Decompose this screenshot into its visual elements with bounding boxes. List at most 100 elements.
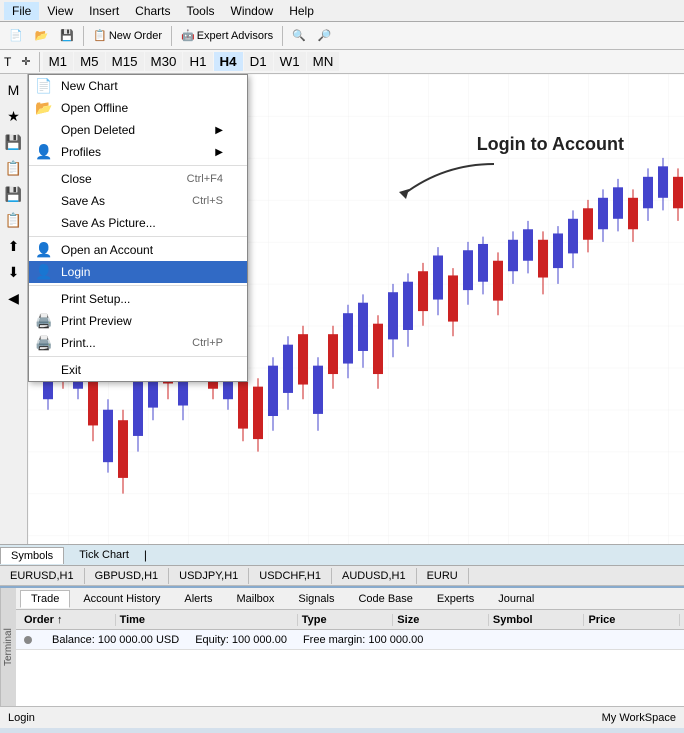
expert-label: Expert Advisors xyxy=(197,30,273,42)
menu-charts[interactable]: Charts xyxy=(127,2,178,20)
menu-open-account[interactable]: 👤 Open an Account xyxy=(29,239,247,261)
tf-d1[interactable]: D1 xyxy=(244,52,273,71)
menu-print-preview[interactable]: 🖨️ Print Preview xyxy=(29,310,247,332)
menu-bar: File View Insert Charts Tools Window Hel… xyxy=(0,0,684,22)
tab-mailbox[interactable]: Mailbox xyxy=(225,590,285,608)
tf-h1[interactable]: H1 xyxy=(183,52,212,71)
sidebar-btn8[interactable]: ⬇ xyxy=(2,260,26,284)
sidebar-btn6[interactable]: 📋 xyxy=(2,208,26,232)
open-icon: 📂 xyxy=(35,29,49,42)
symbols-tab[interactable]: Symbols xyxy=(0,547,64,564)
save-icon: 💾 xyxy=(60,29,74,42)
print-label: Print... xyxy=(61,336,96,350)
sidebar-btn3[interactable]: 💾 xyxy=(2,130,26,154)
save-as-shortcut: Ctrl+S xyxy=(192,195,223,207)
toolbar-new-chart[interactable]: 📄 xyxy=(4,26,28,45)
toolbar-save[interactable]: 💾 xyxy=(55,26,79,45)
col-type: Type xyxy=(298,614,394,626)
toolbar-zoom-out[interactable]: 🔎 xyxy=(313,26,337,45)
toolbar-open[interactable]: 📂 xyxy=(30,26,54,45)
zoom-in-icon: 🔍 xyxy=(292,29,306,42)
menu-help[interactable]: Help xyxy=(281,2,322,20)
tf-h4[interactable]: H4 xyxy=(214,52,243,71)
tf-w1[interactable]: W1 xyxy=(274,52,306,71)
close-shortcut: Ctrl+F4 xyxy=(187,173,223,185)
toolbar-new-order[interactable]: 📋 New Order xyxy=(88,26,167,45)
symbol-euru[interactable]: EURU xyxy=(417,568,469,584)
tab-trade[interactable]: Trade xyxy=(20,590,70,608)
menu-new-chart[interactable]: 📄 New Chart xyxy=(29,75,247,97)
tf-mn[interactable]: MN xyxy=(307,52,340,71)
balance-label: Balance: 100 000.00 USD xyxy=(52,634,179,646)
menu-open-offline[interactable]: 📂 Open Offline xyxy=(29,97,247,119)
menu-save-as-picture[interactable]: Save As Picture... xyxy=(29,212,247,234)
sidebar-btn9[interactable]: ◀ xyxy=(2,286,26,310)
col-price: Price xyxy=(584,614,680,626)
tick-chart-tab[interactable]: Tick Chart xyxy=(68,546,140,564)
open-deleted-label: Open Deleted xyxy=(61,123,135,137)
menu-close[interactable]: Close Ctrl+F4 xyxy=(29,168,247,190)
menu-tools[interactable]: Tools xyxy=(179,2,223,20)
terminal-label: Terminal xyxy=(0,588,16,706)
sep2 xyxy=(171,26,172,46)
sidebar-btn5[interactable]: 💾 xyxy=(2,182,26,206)
menu-open-deleted[interactable]: Open Deleted ▶ xyxy=(29,119,247,141)
status-left: Login xyxy=(8,712,35,724)
tab-code-base[interactable]: Code Base xyxy=(347,590,423,608)
symbol-usdjpy[interactable]: USDJPY,H1 xyxy=(169,568,249,584)
menu-view[interactable]: View xyxy=(39,2,81,20)
sidebar-btn4[interactable]: 📋 xyxy=(2,156,26,180)
tf-toolbar: T ✛ M1 M5 M15 M30 H1 H4 D1 W1 MN xyxy=(0,50,684,74)
menu-print[interactable]: 🖨️ Print... Ctrl+P xyxy=(29,332,247,354)
tab-signals[interactable]: Signals xyxy=(287,590,345,608)
tab-alerts[interactable]: Alerts xyxy=(173,590,223,608)
tf-m15[interactable]: M15 xyxy=(106,52,144,71)
sep-b xyxy=(29,236,247,237)
menu-file[interactable]: File xyxy=(4,2,39,20)
sidebar: M ★ 💾 📋 💾 📋 ⬆ ⬇ ◀ xyxy=(0,74,28,544)
status-bar: Login My WorkSpace xyxy=(0,706,684,728)
tf-m1[interactable]: M1 xyxy=(43,52,74,71)
menu-login[interactable]: 👤 Login xyxy=(29,261,247,283)
balance-dot xyxy=(24,636,32,644)
dropdown-menu: 📄 New Chart 📂 Open Offline Open Deleted … xyxy=(28,74,248,382)
sidebar-navigator[interactable]: ★ xyxy=(2,104,26,128)
menu-exit[interactable]: Exit xyxy=(29,359,247,381)
symbol-usdchf[interactable]: USDCHF,H1 xyxy=(249,568,332,584)
equity-label: Equity: 100 000.00 xyxy=(195,634,287,646)
print-shortcut: Ctrl+P xyxy=(192,337,223,349)
tf-m30[interactable]: M30 xyxy=(145,52,183,71)
menu-save-as[interactable]: Save As Ctrl+S xyxy=(29,190,247,212)
tab-experts[interactable]: Experts xyxy=(426,590,485,608)
symbol-audusd[interactable]: AUDUSD,H1 xyxy=(332,568,417,584)
new-chart-label: New Chart xyxy=(61,79,118,93)
sidebar-btn7[interactable]: ⬆ xyxy=(2,234,26,258)
menu-profiles[interactable]: 👤 Profiles ▶ xyxy=(29,141,247,163)
tab-account-history[interactable]: Account History xyxy=(72,590,171,608)
menu-print-setup[interactable]: Print Setup... xyxy=(29,288,247,310)
toolbar-zoom-in[interactable]: 🔍 xyxy=(287,26,311,45)
exit-label: Exit xyxy=(61,363,81,377)
balance-row: Balance: 100 000.00 USD Equity: 100 000.… xyxy=(16,630,684,650)
symbol-eurusd[interactable]: EURUSD,H1 xyxy=(0,568,85,584)
sep-a xyxy=(29,165,247,166)
menu-window[interactable]: Window xyxy=(223,2,282,20)
profiles-label: Profiles xyxy=(61,145,101,159)
free-margin-label: Free margin: 100 000.00 xyxy=(303,634,423,646)
symbol-gbpusd[interactable]: GBPUSD,H1 xyxy=(85,568,170,584)
menu-insert[interactable]: Insert xyxy=(81,2,127,20)
sidebar-marketwatch[interactable]: M xyxy=(2,78,26,102)
expert-icon: 🤖 xyxy=(181,29,195,42)
profiles-arrow: ▶ xyxy=(215,147,223,158)
open-account-label: Open an Account xyxy=(61,243,153,257)
crosshair-btn[interactable]: ✛ xyxy=(16,52,35,71)
sep3 xyxy=(282,26,283,46)
tab-journal[interactable]: Journal xyxy=(487,590,545,608)
toolbar-expert-advisors[interactable]: 🤖 Expert Advisors xyxy=(176,26,278,45)
tf-m5[interactable]: M5 xyxy=(74,52,105,71)
tab-pipe: | xyxy=(144,548,147,562)
new-order-icon: 📋 xyxy=(93,29,107,42)
profiles-icon: 👤 xyxy=(35,144,52,161)
new-chart-menu-icon: 📄 xyxy=(35,78,52,95)
terminal-tabs: Trade Account History Alerts Mailbox Sig… xyxy=(16,588,684,610)
